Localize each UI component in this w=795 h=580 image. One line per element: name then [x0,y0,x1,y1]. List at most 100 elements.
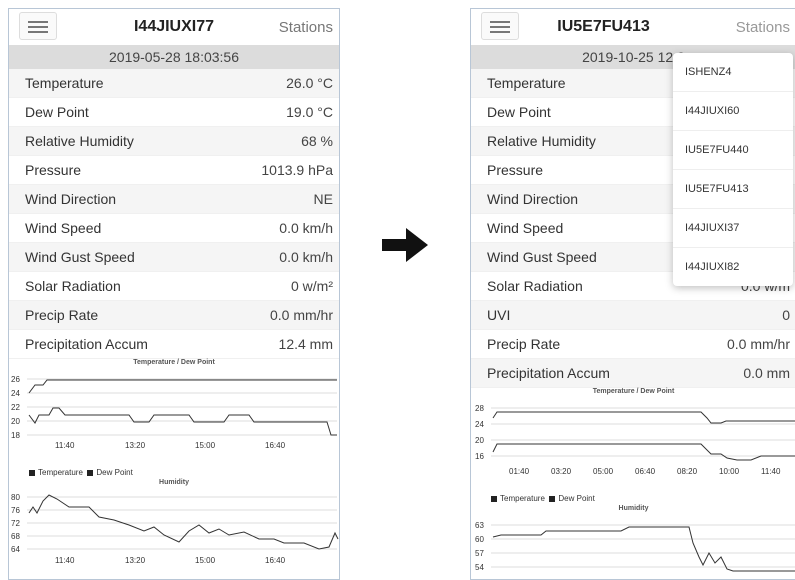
measurement-value: 0.0 mm/hr [269,307,333,323]
y-tick: 24 [11,389,20,398]
x-tick: 13:20 [125,441,146,450]
measurement-label: Dew Point [487,104,551,120]
temp-chart-title: Temperature / Dew Point [592,388,675,395]
measurement-label: Precip Rate [25,307,99,323]
station-option[interactable]: IU5E7FU440 [673,131,793,170]
y-tick: 57 [475,549,484,558]
y-tick: 72 [11,519,20,528]
right-screen: IU5E7FU413 Stations 2019-10-25 12:0 Temp… [470,8,795,580]
measurement-row: Precip Rate 0.0 mm/hr [9,301,339,330]
y-tick: 24 [475,420,484,429]
x-tick: 06:40 [635,467,656,476]
y-tick: 26 [11,375,20,384]
legend-dewpoint: Dew Point [96,468,133,477]
x-tick: 11:40 [761,467,781,476]
measurement-row: Wind Direction NE [9,185,339,214]
stations-button[interactable]: Stations [736,19,790,36]
measurement-value: 0.0 km/h [279,249,333,265]
station-option[interactable]: I44JIUXI82 [673,248,793,286]
stations-button[interactable]: Stations [279,19,333,36]
measurement-value: 12.4 mm [278,336,333,352]
measurement-label: Precip Rate [487,336,561,352]
measurement-label: Wind Speed [25,220,102,236]
measurement-value: 68 % [301,133,333,149]
top-bar: I44JIUXI77 Stations [9,9,339,45]
temperature-line [492,411,795,424]
x-tick: 01:40 [509,467,530,476]
transition-arrow-icon [382,228,428,262]
measurement-value: NE [313,191,333,207]
humidity-chart-title: Humidity [618,505,649,512]
measurement-row: Pressure 1013.9 hPa [9,156,339,185]
y-tick: 20 [11,417,20,426]
x-tick: 10:00 [719,467,740,476]
measurement-value: 0.0 mm/hr [726,336,790,352]
left-screen: I44JIUXI77 Stations 2019-05-28 18:03:56 … [8,8,340,580]
legend-temperature: Temperature [38,468,83,477]
temp-dewpoint-chart: 28 24 20 16 01:40 03:20 05:00 06:40 08:2… [475,404,795,476]
x-tick: 13:20 [125,556,146,565]
measurement-label: Pressure [25,162,82,178]
y-tick: 16 [475,452,484,461]
top-bar: IU5E7FU413 Stations [471,9,795,45]
humidity-chart-title: Humidity [159,479,189,486]
measurement-label: Solar Radiation [25,278,121,294]
temp-chart-title: Temperature / Dew Point [133,359,215,366]
measurement-value: 26.0 °C [286,75,333,91]
measurement-value: 1013.9 hPa [261,162,333,178]
y-tick: 68 [11,532,20,541]
x-tick: 15:00 [195,441,216,450]
measurement-label: Precipitation Accum [487,365,610,381]
measurement-row: Dew Point 19.0 °C [9,98,339,127]
y-tick: 63 [475,521,484,530]
measurement-value: 0.0 km/h [279,220,333,236]
y-tick: 76 [11,506,20,515]
measurement-label: Solar Radiation [487,278,583,294]
x-tick: 03:20 [551,467,572,476]
station-option[interactable]: ISHENZ4 [673,53,793,92]
temp-chart-legend: Temperature Dew Point [471,493,795,505]
x-tick: 11:40 [55,556,75,565]
measurement-value: 19.0 °C [286,104,333,120]
y-tick: 22 [11,403,20,412]
measurement-row: UVI 0 [471,301,795,330]
measurement-row: Precip Rate 0.0 mm/hr [471,330,795,359]
station-option[interactable]: IU5E7FU413 [673,170,793,209]
stations-dropdown: ISHENZ4 I44JIUXI60 IU5E7FU440 IU5E7FU413… [673,53,793,286]
measurement-row: Precipitation Accum 12.4 mm [9,330,339,359]
measurement-row: Precipitation Accum 0.0 mm [471,359,795,388]
measurement-label: Dew Point [25,104,89,120]
y-tick: 18 [11,431,20,440]
y-tick: 80 [11,493,20,502]
measurement-list: Temperature 26.0 °C Dew Point 19.0 °C Relati… [9,69,339,359]
legend-temperature: Temperature [500,494,545,503]
station-option[interactable]: I44JIUXI60 [673,92,793,131]
measurement-label: Wind Gust Speed [487,249,597,265]
measurement-value: 0.0 mm [743,365,790,381]
measurement-label: Relative Humidity [487,133,596,149]
measurement-label: Temperature [25,75,104,91]
station-option[interactable]: I44JIUXI37 [673,209,793,248]
temperature-line [28,379,337,394]
measurement-label: Pressure [487,162,544,178]
humidity-chart: 80 76 72 68 64 11:40 13:20 15:00 16:40 [11,493,339,565]
measurement-label: Wind Direction [487,191,579,207]
temp-chart-legend: Temperature Dew Point [9,467,339,479]
dewpoint-line [492,443,795,461]
measurement-label: Temperature [487,75,566,91]
humidity-line [28,494,339,550]
observation-datetime: 2019-05-28 18:03:56 [9,45,339,69]
measurement-row: Wind Speed 0.0 km/h [9,214,339,243]
y-tick: 28 [475,404,484,413]
measurement-label: Precipitation Accum [25,336,148,352]
x-tick: 11:40 [55,441,75,450]
measurement-label: UVI [487,307,511,323]
y-tick: 64 [11,545,20,554]
y-tick: 20 [475,436,484,445]
x-tick: 16:40 [265,441,286,450]
x-tick: 08:20 [677,467,698,476]
measurement-value: 0 [782,307,790,323]
measurement-row: Wind Gust Speed 0.0 km/h [9,243,339,272]
measurement-label: Wind Gust Speed [25,249,135,265]
measurement-label: Wind Direction [25,191,117,207]
